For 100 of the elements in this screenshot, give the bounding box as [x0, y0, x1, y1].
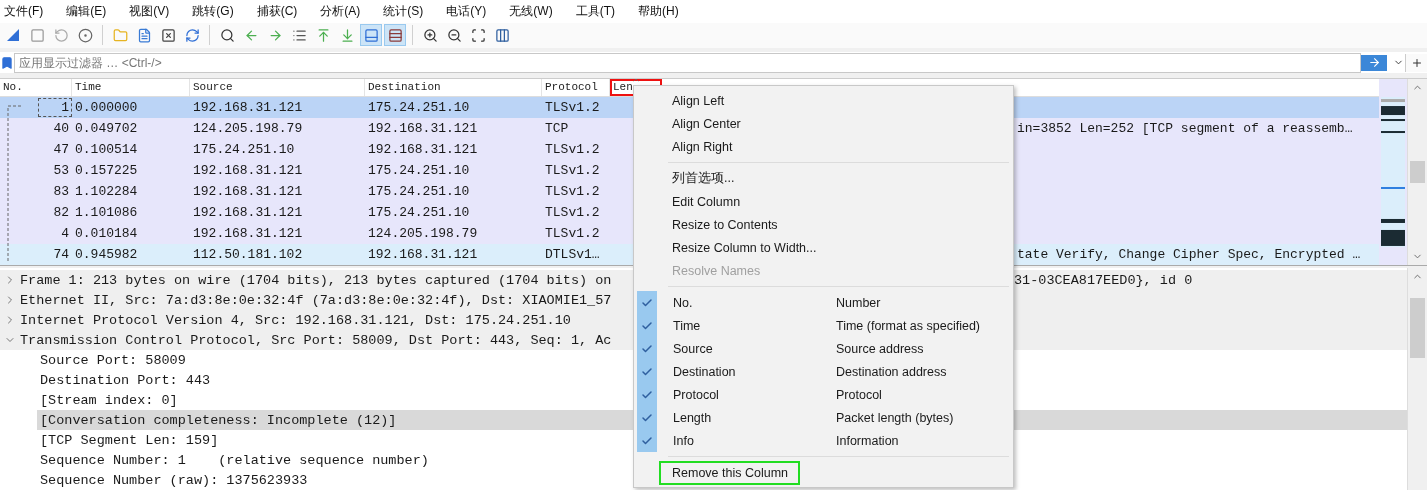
menu-item[interactable]: 电话(Y) — [444, 0, 495, 22]
menu-item-description: Time (format as specified) — [836, 318, 982, 333]
table-cell-text: 175.24.251.10 — [367, 163, 471, 178]
menu-item[interactable]: 跳转(G) — [190, 0, 242, 22]
scrollbar-thumb[interactable] — [1410, 297, 1425, 358]
tree-item-text: 31-03CEA817EED0}, id 0 — [1014, 272, 1193, 288]
file-icon — [136, 27, 152, 43]
stop-icon — [29, 27, 45, 43]
zoom-in-icon — [422, 27, 438, 43]
menu-item[interactable]: No. — [673, 295, 836, 310]
tree-item[interactable]: Frame 1: 213 bytes on wire (1704 bits), 213 bytes captured (1704 bits) on — [20, 272, 612, 288]
menu-item[interactable]: Align Center — [659, 111, 753, 136]
table-cell-text: 175.24.251.10 — [367, 100, 471, 115]
menu-item[interactable]: 工具(T) — [573, 0, 623, 22]
table-cell-text: 192.168.31.121 — [192, 205, 304, 220]
menu-item[interactable]: Protocol — [673, 387, 836, 402]
bookmark-icon[interactable] — [0, 55, 14, 70]
toolbar-button[interactable] — [360, 24, 382, 47]
menu-item-description: Packet length (bytes) — [836, 410, 955, 425]
table-cell: 1 — [38, 98, 72, 117]
menu-item[interactable]: Edit Column — [659, 189, 753, 214]
table-cell-text: 1.101086 — [74, 205, 139, 220]
menu-item[interactable]: Source — [673, 341, 836, 356]
packet-minimap[interactable] — [1379, 79, 1407, 265]
table-cell-text: 192.168.31.121 — [192, 226, 304, 241]
tree-item[interactable]: Destination Port: 443 — [40, 372, 211, 388]
restart-icon — [53, 27, 69, 43]
menu-item[interactable]: Destination — [673, 364, 836, 379]
add-button[interactable] — [1405, 53, 1427, 72]
tree-item[interactable]: Source Port: 58009 — [40, 352, 186, 368]
reload-icon — [184, 27, 200, 43]
tree-item[interactable]: [Stream index: 0] — [40, 392, 178, 408]
table-cell-text: TLSv1.2 — [544, 205, 601, 220]
table-cell-text: 192.168.31.121 — [192, 100, 304, 115]
zoom-out-icon — [446, 27, 462, 43]
menu-item[interactable]: 捕获(C) — [254, 0, 306, 22]
table-cell-text: TLSv1.2 — [544, 100, 601, 115]
table-cell-text: 192.168.31.121 — [192, 163, 304, 178]
table-cell-text: TLSv1.2 — [544, 142, 601, 157]
table-cell-text: 192.168.31.121 — [192, 184, 304, 199]
menu-item[interactable]: 编辑(E) — [64, 0, 115, 22]
table-cell-text: 40 — [52, 120, 70, 138]
check-icon — [641, 365, 653, 378]
column-header[interactable]: Protocol — [542, 79, 610, 96]
column-header[interactable]: Destination — [365, 79, 542, 96]
menu-item[interactable]: 文件(F) — [2, 0, 52, 22]
filter-field[interactable]: 应用显示过滤器 … <Ctrl-/> — [14, 52, 1361, 73]
column-header[interactable]: Len — [610, 79, 662, 96]
menu-item[interactable]: 帮助(H) — [636, 0, 687, 22]
column-header[interactable]: Time — [72, 79, 190, 96]
menu-item[interactable]: Resize to Contents — [659, 212, 790, 237]
menu-item[interactable]: 分析(A) — [318, 0, 369, 22]
sort-icon — [632, 76, 640, 84]
toolbar-button[interactable] — [384, 24, 406, 47]
check-icon — [641, 296, 653, 309]
table-cell-text: TLSv1.2 — [544, 163, 601, 178]
table-cell-text: 112.50.181.102 — [192, 247, 304, 262]
check-icon — [641, 434, 653, 447]
table-cell-text: TLSv1.2 — [544, 184, 601, 199]
table-cell-text: 124.205.198.79 — [192, 121, 304, 136]
column-header[interactable]: No. — [0, 79, 72, 96]
table-cell-text: in=3852 Len=252 [TCP segment of a reassemb… — [1016, 121, 1354, 136]
menu-item[interactable]: Align Right — [659, 134, 745, 159]
tree-item[interactable]: Internet Protocol Version 4, Src: 192.168.31.121, Dst: 175.24.251.10 — [20, 312, 571, 328]
table-cell-text: tate Verify, Change Cipher Spec, Encrypted … — [1016, 247, 1362, 262]
tree-item[interactable]: Ethernet II, Src: 7a:d3:8e:0e:32:4f (7a:d3:8e:0e:32:4f), Dst: XIAOMIE1_57 — [20, 292, 612, 308]
close-file-icon — [160, 27, 176, 43]
table-cell-text: 175.24.251.10 — [367, 205, 471, 220]
table-cell-text: 53 — [52, 162, 70, 180]
menu-item[interactable]: Remove this Column — [659, 460, 800, 485]
menu-item[interactable]: 视图(V) — [127, 0, 178, 22]
table-cell-text: 0.157225 — [74, 163, 139, 178]
table-cell-text: 0.049702 — [74, 121, 139, 136]
menu-item[interactable]: 无线(W) — [507, 0, 561, 22]
tree-item[interactable]: [TCP Segment Len: 159] — [40, 432, 219, 448]
list-icon — [291, 27, 307, 43]
folder-icon — [112, 27, 128, 43]
tree-item[interactable]: Sequence Number: 1 (relative sequence number) — [40, 452, 429, 468]
table-cell-text: 0.945982 — [74, 247, 139, 262]
menu-item[interactable]: Align Left — [659, 88, 737, 113]
table-cell-text: 0.000000 — [74, 100, 139, 115]
scrollbar-thumb[interactable] — [1410, 161, 1425, 183]
table-cell-text: 175.24.251.10 — [192, 142, 296, 157]
tree-item[interactable]: Sequence Number (raw): 1375623933 — [40, 472, 308, 488]
zoom-reset-icon — [470, 27, 486, 43]
menu-item[interactable]: 统计(S) — [381, 0, 432, 22]
menu-item[interactable]: Time — [673, 318, 836, 333]
menu-item[interactable]: Info — [673, 433, 836, 448]
search-icon — [219, 27, 235, 43]
options-icon — [77, 27, 93, 43]
menu-item-description: Protocol — [836, 387, 883, 402]
fin-icon — [6, 28, 20, 43]
menu-item-description: Number — [836, 295, 882, 310]
apply-button[interactable] — [1361, 54, 1387, 71]
menu-item[interactable]: 列首选项... — [659, 165, 747, 192]
column-header[interactable]: Source — [190, 79, 365, 96]
table-cell-text: 192.168.31.121 — [367, 247, 479, 262]
menu-item[interactable]: Length — [673, 410, 836, 425]
menu-item[interactable]: Resize Column to Width... — [659, 235, 829, 260]
tree-item[interactable]: [Conversation completeness: Incomplete (12)] — [40, 412, 397, 428]
